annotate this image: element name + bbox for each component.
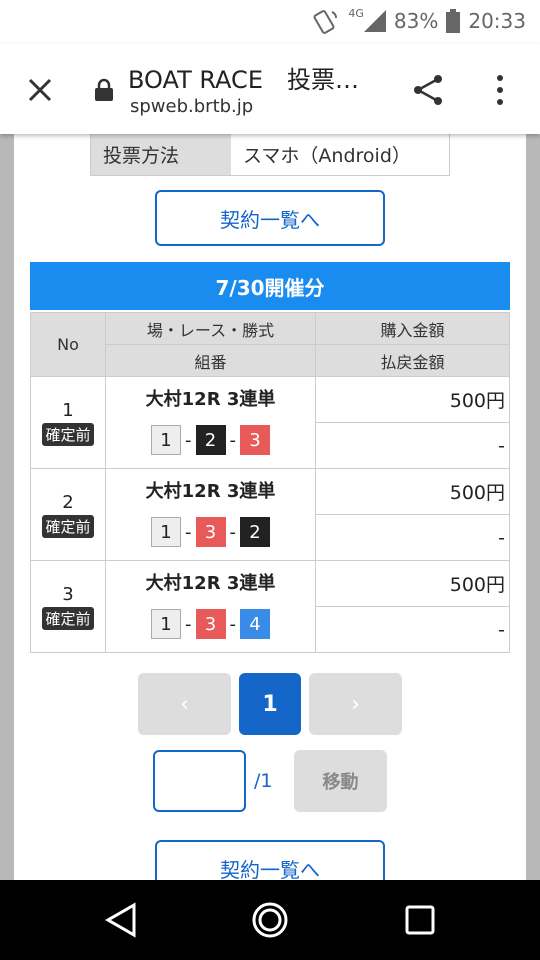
race-name: 大村12R 3連単 [145,573,276,594]
header-no: No [30,312,106,377]
purchase-amount: 500円 [315,376,510,423]
page-title: BOAT RACE 投票… [128,66,359,94]
vibrate-icon [313,10,338,34]
combo-third: 3 [240,425,270,455]
table-row: 1 確定前 大村12R 3連単 1- 2- 3 500円 [30,376,510,469]
table-row: 2 確定前 大村12R 3連単 1- 3- 2 500円 [30,468,510,561]
prev-page-button[interactable]: ‹ [138,673,231,735]
battery-percent: 83% [393,9,439,33]
header-payout: 払戻金額 [315,344,510,377]
purchase-amount: 500円 [315,560,510,607]
row-number: 2 [62,491,74,513]
browser-toolbar: BOAT RACE 投票… spweb.brtb.jp [0,44,540,134]
status-bar: 4G 83% 20:33 [0,0,540,44]
status-badge: 確定前 [42,514,94,538]
recents-icon[interactable] [404,904,436,936]
race-cell: 大村12R 3連単 1- 3- 4 [105,560,316,653]
header-combo: 組番 [105,344,316,377]
vote-method-label: 投票方法 [91,134,231,175]
network-type: 4G [348,6,364,20]
combo-second: 2 [195,425,226,455]
more-menu-icon[interactable] [486,70,514,110]
race-name: 大村12R 3連単 [145,389,276,410]
header-purchase: 購入金額 [315,312,510,345]
payout-amount: - [315,514,510,561]
url-text[interactable]: spweb.brtb.jp [130,96,253,117]
row-number: 3 [62,583,74,605]
row-no-cell: 1 確定前 [30,376,106,469]
combination: 1- 2- 3 [106,425,315,455]
home-icon[interactable] [250,900,290,940]
page-total: /1 [254,770,273,792]
system-nav-bar [0,880,540,960]
purchase-amount: 500円 [315,468,510,515]
combo-third: 4 [240,609,270,639]
current-page-button[interactable]: 1 [239,673,301,735]
race-cell: 大村12R 3連単 1- 3- 2 [105,468,316,561]
race-name: 大村12R 3連単 [145,481,276,502]
row-no-cell: 3 確定前 [30,560,106,653]
date-header: 7/30開催分 [30,262,510,310]
jump-button[interactable]: 移動 [294,750,387,812]
contract-list-button-bottom[interactable]: 契約一覧へ [155,840,385,880]
race-cell: 大村12R 3連単 1- 2- 3 [105,376,316,469]
status-badge: 確定前 [42,422,94,446]
page-number-input[interactable] [153,750,246,812]
battery-icon [446,9,461,33]
row-number: 1 [62,399,74,421]
close-icon[interactable] [24,74,56,106]
web-content: 投票方法 スマホ（Android） 契約一覧へ 7/30開催分 No 場・レース… [14,134,526,880]
pagination: ‹ 1 › [138,673,402,735]
signal-icon [363,10,386,32]
clock: 20:33 [468,9,526,33]
vote-method-value: スマホ（Android） [231,134,449,175]
combo-first: 1 [151,609,181,639]
vote-method-row: 投票方法 スマホ（Android） [90,134,450,176]
share-icon[interactable] [410,72,446,108]
next-page-button[interactable]: › [309,673,402,735]
status-badge: 確定前 [42,606,94,630]
row-no-cell: 2 確定前 [30,468,106,561]
combination: 1- 3- 4 [106,609,315,639]
payout-amount: - [315,606,510,653]
lock-icon [95,78,113,101]
results-table: No 場・レース・勝式 購入金額 組番 払戻金額 1 確定前 大村12R 3連単… [30,312,510,653]
back-icon[interactable] [104,902,138,938]
combo-first: 1 [151,425,181,455]
combo-second: 3 [195,609,226,639]
contract-list-button-top[interactable]: 契約一覧へ [155,190,385,246]
table-row: 3 確定前 大村12R 3連単 1- 3- 4 500円 [30,560,510,653]
combo-third: 2 [240,517,270,547]
combination: 1- 3- 2 [106,517,315,547]
page-jump: /1 移動 [153,750,387,812]
combo-second: 3 [195,517,226,547]
header-race: 場・レース・勝式 [105,312,316,345]
payout-amount: - [315,422,510,469]
combo-first: 1 [151,517,181,547]
